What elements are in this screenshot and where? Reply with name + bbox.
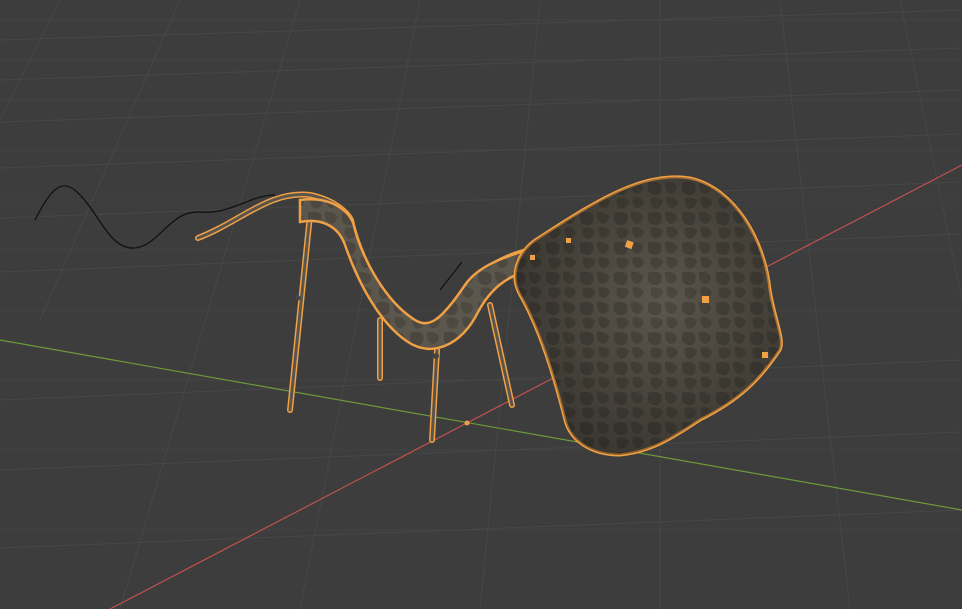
creature-mesh[interactable]	[195, 175, 783, 457]
x-axis-line	[109, 164, 962, 609]
viewport-canvas[interactable]	[0, 0, 962, 609]
3d-viewport[interactable]	[0, 0, 962, 609]
curve-spike	[439, 261, 463, 291]
